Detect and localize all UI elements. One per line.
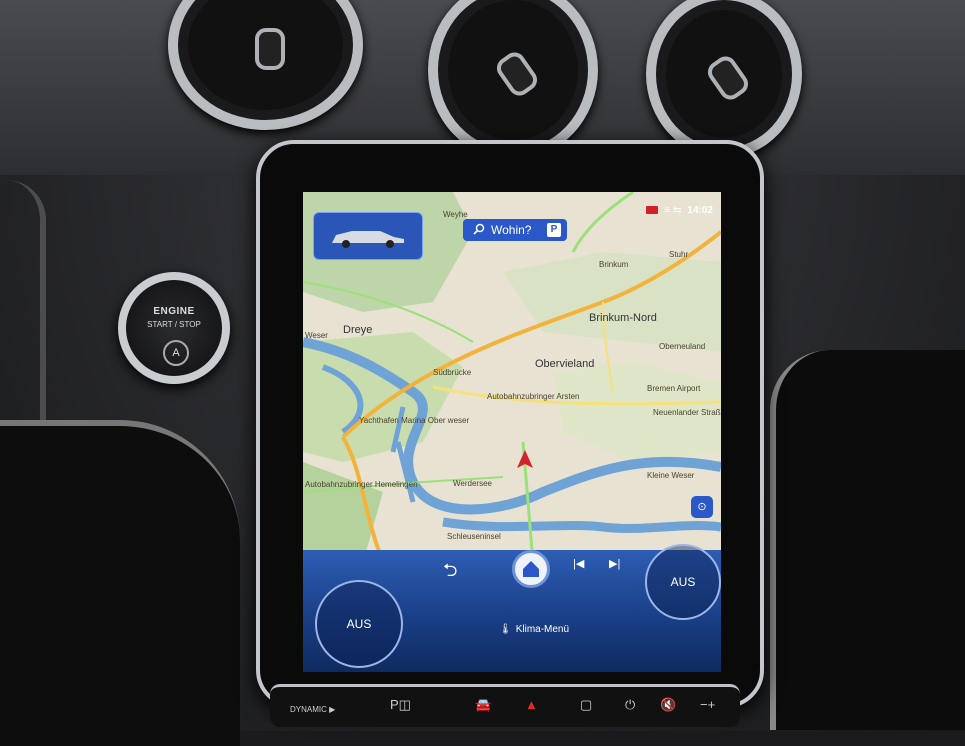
dashboard-trim-right — [770, 350, 965, 730]
climate-menu-button[interactable]: 🌡 Klima-Menü — [499, 624, 569, 635]
climate-dial-left[interactable]: AUS — [315, 580, 403, 668]
destination-search-button[interactable]: Wohin? P — [463, 219, 567, 241]
volume-slider-icon[interactable]: −+ — [700, 697, 715, 712]
auto-start-stop-icon: A — [163, 340, 189, 366]
vehicle-tile[interactable] — [313, 212, 423, 260]
map-label: Yachthafen Marina Ober weser — [359, 416, 470, 425]
parking-camera-icon[interactable]: P◫ — [390, 697, 411, 713]
parking-icon[interactable]: P — [547, 223, 561, 237]
dashboard-lower-left — [0, 420, 240, 746]
dynamic-select-button[interactable]: DYNAMIC ▶ — [290, 705, 335, 714]
skip-next-icon[interactable]: ▶| — [609, 557, 620, 570]
home-button[interactable] — [512, 550, 550, 588]
hazard-icon[interactable]: ▲ — [525, 697, 538, 712]
map-label: Südbrücke — [433, 368, 472, 377]
map-label: Werdersee — [453, 479, 492, 488]
map-orientation-button[interactable]: ⊙ — [691, 496, 713, 518]
map-label: Weyhe — [443, 210, 468, 219]
car-icon[interactable]: 🚘 — [475, 697, 491, 713]
map-label: Bremen Airport — [647, 384, 701, 393]
map-label: Schleuseninsel — [447, 532, 501, 541]
bottom-control-bar: AUS AUS ⮌ |◀ ▶| 🌡 Klima-Menü — [303, 544, 721, 672]
connectivity-icon: ≡ ⇆ — [664, 204, 682, 216]
map-label: Oberneuland — [659, 342, 706, 351]
mute-icon[interactable]: 🔇 — [660, 697, 676, 713]
map-label: Autobahnzubringer Hemelingen — [305, 480, 418, 489]
engine-label: ENGINE — [153, 306, 195, 317]
climate-dial-right[interactable]: AUS — [645, 544, 721, 620]
map-label: Obervieland — [535, 358, 595, 370]
home-icon — [523, 561, 539, 577]
thermometer-icon: 🌡 — [499, 624, 512, 635]
compass-icon: ⊙ — [697, 501, 707, 513]
back-arrow-icon[interactable]: ⮌ — [443, 558, 457, 588]
map-label: Autobahnzubringer Arsten — [487, 392, 580, 401]
infotainment-screen[interactable]: Weyhe Brinkum Brinkum-Nord Dreye Weser O… — [303, 192, 721, 672]
car-icon — [332, 231, 404, 248]
vent-knob[interactable] — [492, 48, 542, 100]
vent-knob[interactable] — [703, 52, 753, 104]
power-icon[interactable]: ⏻ — [625, 697, 635, 713]
map-label: Brinkum-Nord — [589, 312, 657, 324]
search-label: Wohin? — [491, 223, 532, 237]
map-label: Neuenlander Straße — [653, 408, 721, 417]
search-icon — [473, 223, 485, 235]
status-bar: ≡ ⇆ 14:02 — [646, 202, 713, 218]
engine-start-stop-button[interactable]: ENGINE START / STOP A — [118, 272, 230, 384]
skip-previous-icon[interactable]: |◀ — [573, 557, 584, 570]
map-label: Kleine Weser — [647, 471, 695, 480]
camera-icon[interactable]: ▢ — [580, 697, 592, 713]
hardware-button-strip: DYNAMIC ▶ P◫ 🚘 ▲ ▢ ⏻ 🔇 −+ — [270, 684, 740, 727]
dashboard: ENGINE START / STOP A Weyhe Brinkum Brin… — [0, 0, 965, 746]
map-label: Brinkum — [599, 260, 629, 269]
map-label: Stuhr — [669, 250, 689, 259]
map-label: Dreye — [343, 324, 373, 336]
clock: 14:02 — [687, 204, 713, 216]
start-stop-label: START / STOP — [147, 320, 201, 329]
map-label: Weser — [305, 331, 328, 340]
vent-knob[interactable] — [254, 28, 285, 70]
recording-icon — [646, 206, 659, 214]
climate-menu-label: Klima-Menü — [515, 624, 570, 635]
